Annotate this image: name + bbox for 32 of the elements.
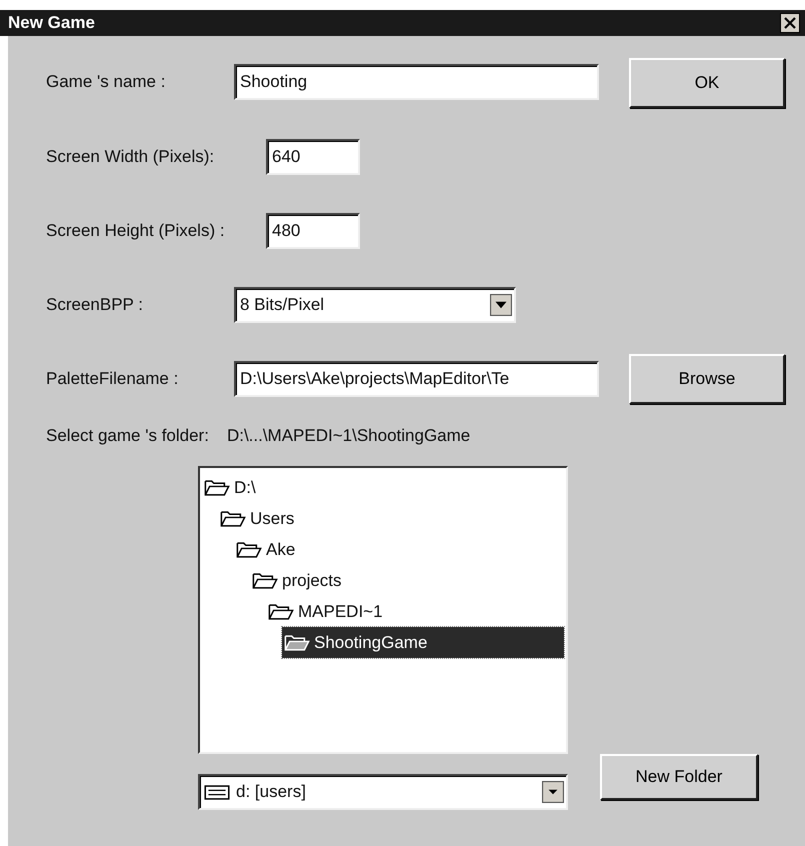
folder-tree-item[interactable]: projects bbox=[250, 565, 564, 596]
folder-tree-item[interactable]: D:\ bbox=[202, 472, 564, 503]
close-icon[interactable] bbox=[779, 13, 801, 33]
palette-field[interactable]: D:\Users\Ake\projects\MapEditor\Te bbox=[234, 361, 599, 397]
field-label: Game 's name : bbox=[46, 72, 166, 92]
folder-tree-item[interactable]: Ake bbox=[234, 534, 564, 565]
folder-label: Select game 's folder: bbox=[46, 426, 209, 446]
folder-path: D:\...\MAPEDI~1\ShootingGame bbox=[226, 426, 470, 446]
folder-icon bbox=[220, 509, 246, 528]
folder-icon bbox=[284, 633, 310, 652]
ok-button[interactable]: OK bbox=[628, 58, 785, 108]
drive-dropdown[interactable]: d: [users] bbox=[198, 774, 568, 810]
folder-tree-item[interactable]: MAPEDI~1 bbox=[266, 596, 564, 627]
field-label: PaletteFilename : bbox=[46, 369, 180, 389]
field-label: Screen Height (Pixels) : bbox=[46, 221, 226, 241]
folder-icon bbox=[252, 571, 278, 590]
name-field[interactable]: Shooting bbox=[234, 64, 599, 100]
folder-tree-item[interactable]: ShootingGame bbox=[282, 627, 564, 658]
folder-tree[interactable]: D:\ Users Ake projects MAPEDI~1 ShootingGame bbox=[198, 466, 568, 754]
field-label: Screen Width (Pixels): bbox=[46, 147, 216, 167]
field-label: ScreenBPP : bbox=[46, 295, 144, 315]
browse-button[interactable]: Browse bbox=[628, 354, 785, 404]
drive-icon bbox=[204, 784, 230, 800]
width-field[interactable]: 640 bbox=[266, 139, 360, 175]
new-folder-button[interactable]: New Folder bbox=[600, 754, 758, 800]
height-field[interactable]: 480 bbox=[266, 213, 360, 249]
folder-icon bbox=[268, 602, 294, 621]
bpp-dropdown[interactable]: 8 Bits/Pixel bbox=[234, 287, 516, 323]
window-title: New Game bbox=[8, 13, 95, 33]
folder-icon bbox=[236, 540, 262, 559]
folder-icon bbox=[204, 478, 230, 497]
folder-tree-item[interactable]: Users bbox=[218, 503, 564, 534]
